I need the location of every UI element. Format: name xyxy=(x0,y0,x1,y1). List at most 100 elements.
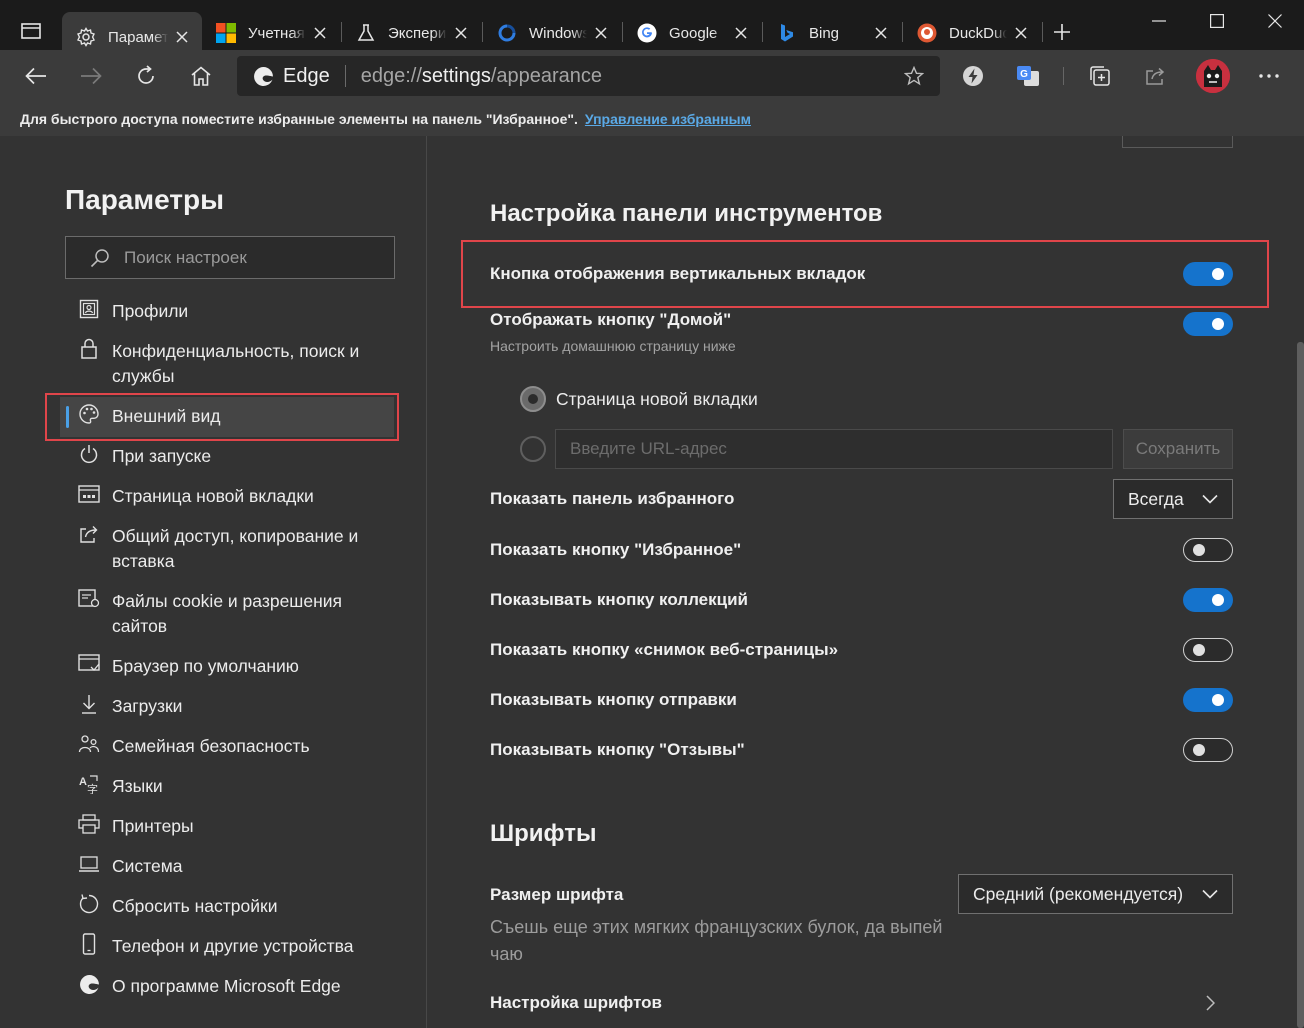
tab-close-icon[interactable] xyxy=(306,19,334,47)
tab-experiments[interactable]: Эксперименты xyxy=(342,12,481,54)
refresh-button[interactable] xyxy=(128,58,164,94)
download-icon xyxy=(78,693,100,715)
previous-control-edge xyxy=(1122,136,1233,148)
highlight-box xyxy=(45,393,399,441)
toggle-knob xyxy=(1193,544,1205,556)
google-icon xyxy=(637,23,657,43)
feedback-button-toggle[interactable] xyxy=(1183,738,1233,762)
tab-bing[interactable]: Bing xyxy=(763,12,901,54)
radio-url[interactable] xyxy=(520,436,546,462)
tab-title: DuckDuckGo xyxy=(949,24,1007,42)
minimize-icon xyxy=(1152,20,1166,22)
sidebar-item-label: Конфиденциальность, поиск и службы xyxy=(112,341,360,386)
fonts-section-title: Шрифты xyxy=(490,820,597,847)
settings-and-more-button[interactable] xyxy=(1251,58,1287,94)
collections-button[interactable] xyxy=(1082,58,1118,94)
dropdown-value: Средний (рекомендуется) xyxy=(973,883,1184,904)
back-button[interactable] xyxy=(18,58,54,94)
tab-close-icon[interactable] xyxy=(447,19,475,47)
tab-close-icon[interactable] xyxy=(727,19,755,47)
sidebar-item-reset[interactable]: Сбросить настройки xyxy=(0,887,426,927)
new-tab-button[interactable] xyxy=(1046,17,1078,47)
sidebar-item-label: Семейная безопасность xyxy=(112,736,310,756)
lock-icon xyxy=(78,338,100,360)
home-url-input[interactable] xyxy=(555,429,1113,469)
close-window-button[interactable] xyxy=(1246,0,1304,42)
languages-icon: A字 xyxy=(78,773,100,795)
sidebar-item-label: Браузер по умолчанию xyxy=(112,656,299,676)
home-button[interactable] xyxy=(183,58,219,94)
add-favorite-button[interactable] xyxy=(902,64,926,88)
cookies-icon xyxy=(78,588,100,610)
tab-close-icon[interactable] xyxy=(168,23,196,51)
share-button[interactable] xyxy=(1137,58,1173,94)
translate-extension-button[interactable]: G xyxy=(1010,58,1046,94)
tab-close-icon[interactable] xyxy=(587,19,615,47)
sidebar-item-privacy[interactable]: Конфиденциальность, поиск и службы xyxy=(0,332,426,397)
sidebar-item-label: Телефон и другие устройства xyxy=(112,936,354,956)
radio-new-tab[interactable] xyxy=(520,386,546,412)
font-size-dropdown[interactable]: Средний (рекомендуется) xyxy=(958,874,1233,914)
sidebar-item-cookies[interactable]: Файлы cookie и разрешения сайтов xyxy=(0,582,426,647)
tab-close-icon[interactable] xyxy=(1007,19,1035,47)
sidebar-item-family-safety[interactable]: Семейная безопасность xyxy=(0,727,426,767)
home-button-toggle[interactable] xyxy=(1183,312,1233,336)
microsoft-logo-icon xyxy=(216,23,236,43)
collections-button-toggle[interactable] xyxy=(1183,588,1233,612)
tab-google[interactable]: Google xyxy=(623,12,761,54)
collections-button-label: Показывать кнопку коллекций xyxy=(490,590,748,609)
avatar[interactable] xyxy=(1196,59,1230,93)
maximize-button[interactable] xyxy=(1188,0,1246,42)
site-identity[interactable]: Edge xyxy=(237,65,330,88)
new-tab-page-icon xyxy=(78,483,100,505)
forward-button[interactable] xyxy=(73,58,109,94)
sidebar-item-about[interactable]: О программе Microsoft Edge xyxy=(0,967,426,1007)
search-settings-box[interactable] xyxy=(65,236,395,279)
customize-fonts-label: Настройка шрифтов xyxy=(490,993,663,1012)
tab-duckduckgo[interactable]: DuckDuckGo xyxy=(903,12,1041,54)
font-size-label: Размер шрифта xyxy=(490,885,624,904)
tab-windows[interactable]: Windows xyxy=(483,12,621,54)
sidebar-item-on-startup[interactable]: При запуске xyxy=(0,437,426,477)
favorites-bar-dropdown[interactable]: Всегда xyxy=(1113,479,1233,519)
share-button-row: Показывать кнопку отправки xyxy=(490,687,1233,713)
settings-main: Настройка панели инструментов Кнопка ото… xyxy=(427,136,1304,1028)
sidebar-item-system[interactable]: Система xyxy=(0,847,426,887)
sidebar-item-default-browser[interactable]: Браузер по умолчанию xyxy=(0,647,426,687)
tab-close-icon[interactable] xyxy=(867,19,895,47)
share-button-toggle[interactable] xyxy=(1183,688,1233,712)
customize-fonts-row[interactable]: Настройка шрифтов xyxy=(490,990,1233,1016)
tab-separator xyxy=(1042,22,1043,42)
reset-icon xyxy=(78,893,100,915)
favorites-bar: Для быстрого доступа поместите избранные… xyxy=(0,102,1304,136)
search-input[interactable] xyxy=(124,247,364,268)
toggle-knob xyxy=(1212,594,1224,606)
web-capture-button-row: Показать кнопку «снимок веб-страницы» xyxy=(490,637,1233,663)
sidebar-item-new-tab-page[interactable]: Страница новой вкладки xyxy=(0,477,426,517)
performance-extension-button[interactable] xyxy=(955,58,991,94)
sidebar-item-printers[interactable]: Принтеры xyxy=(0,807,426,847)
toolbar-separator xyxy=(1063,67,1064,85)
sidebar-item-share-copy-paste[interactable]: Общий доступ, копирование и вставка xyxy=(0,517,426,582)
sidebar-item-profiles[interactable]: Профили xyxy=(0,292,426,332)
sidebar-item-phone[interactable]: Телефон и другие устройства xyxy=(0,927,426,967)
refresh-icon xyxy=(135,65,157,87)
address-bar[interactable]: Edge edge://settings/appearance xyxy=(237,56,940,96)
favorites-button-toggle[interactable] xyxy=(1183,538,1233,562)
minimize-button[interactable] xyxy=(1130,0,1188,42)
gear-icon xyxy=(76,27,96,47)
web-capture-button-toggle[interactable] xyxy=(1183,638,1233,662)
tab-account[interactable]: Учетная запись xyxy=(202,12,340,54)
url-text[interactable]: edge://settings/appearance xyxy=(361,65,602,88)
sidebar-item-downloads[interactable]: Загрузки xyxy=(0,687,426,727)
scrollbar-thumb[interactable] xyxy=(1297,342,1304,1028)
sidebar-item-label: Файлы cookie и разрешения сайтов xyxy=(112,591,342,636)
home-option-new-tab[interactable]: Страница новой вкладки xyxy=(520,386,758,412)
sidebar-item-languages[interactable]: A字 Языки xyxy=(0,767,426,807)
tab-title: Google xyxy=(669,24,718,42)
share-button-label: Показывать кнопку отправки xyxy=(490,690,737,709)
save-button[interactable]: Сохранить xyxy=(1123,429,1233,469)
dropdown-value: Всегда xyxy=(1128,488,1184,509)
home-option-url[interactable] xyxy=(520,436,546,462)
manage-favorites-link[interactable]: Управление избранным xyxy=(585,111,751,127)
